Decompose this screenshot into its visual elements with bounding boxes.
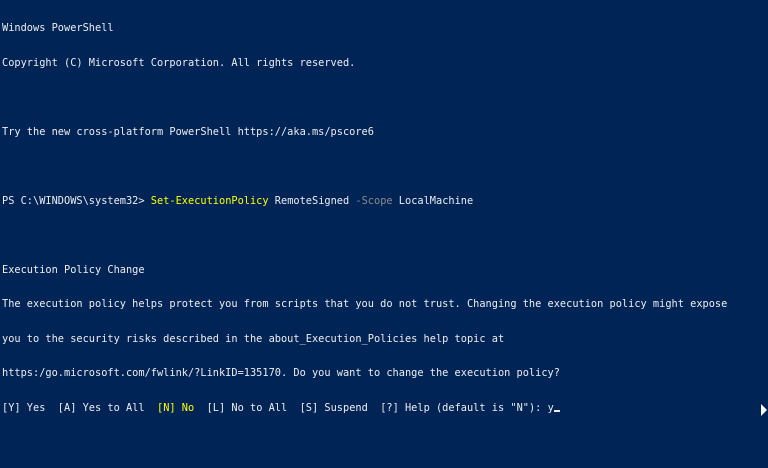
mouse-pointer-icon	[761, 404, 767, 416]
scope-parameter: -Scope	[355, 195, 393, 207]
text-cursor	[553, 409, 560, 412]
choice-yes-to-all: [A] Yes to All	[57, 402, 157, 414]
choice-no-default: [N] No	[157, 402, 195, 414]
scope-argument: LocalMachine	[392, 195, 474, 207]
powershell-console[interactable]: Windows PowerShell Copyright (C) Microso…	[0, 0, 768, 468]
policy-message-line: https:/go.microsoft.com/fwlink/?LinkID=1…	[2, 368, 560, 379]
choice-prompt-line[interactable]: [Y] Yes [A] Yes to All [N] No [L] No to …	[2, 403, 768, 415]
choice-suspend: [S] Suspend	[299, 402, 381, 414]
choice-yes: [Y] Yes	[2, 402, 58, 414]
pscore-tip-line: Try the new cross-platform PowerShell ht…	[2, 126, 374, 138]
choice-no-to-all: [L] No to All	[194, 402, 300, 414]
console-title-line: Windows PowerShell	[2, 23, 114, 34]
policy-message-line: you to the security risks described in t…	[2, 333, 505, 345]
cmdlet-name: Set-ExecutionPolicy	[150, 195, 269, 207]
policy-argument: RemoteSigned	[268, 195, 356, 207]
command-line: PS C:\WINDOWS\system32> Set-ExecutionPol…	[2, 196, 768, 208]
user-input[interactable]: y	[548, 403, 554, 414]
policy-message-line: The execution policy helps protect you f…	[2, 299, 728, 310]
choice-help: [?] Help (default is "N"):	[380, 402, 548, 414]
policy-change-heading: Execution Policy Change	[2, 264, 145, 276]
prompt: PS C:\WINDOWS\system32>	[2, 195, 151, 207]
copyright-line: Copyright (C) Microsoft Corporation. All…	[2, 57, 356, 69]
